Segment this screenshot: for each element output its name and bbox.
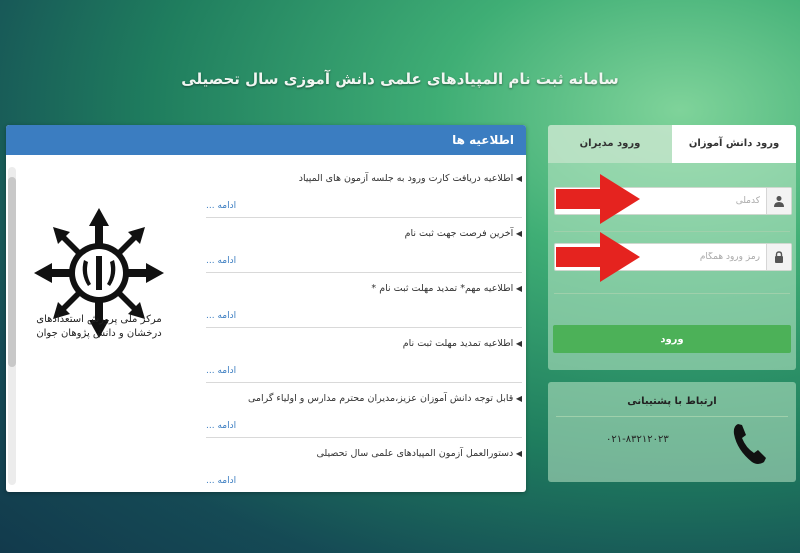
list-item: اطلاعیه مهم* تمدید مهلت ثبت نام * ادامه (206, 273, 522, 328)
list-item: آخرین فرصت جهت ثبت نام ادامه (206, 218, 522, 273)
list-item: اطلاعیه دریافت کارت ورود به جلسه آزمون ه… (206, 163, 522, 218)
announcements-list: اطلاعیه دریافت کارت ورود به جلسه آزمون ه… (206, 163, 522, 492)
announcements-header: اطلاعیه ها (6, 125, 526, 155)
read-more-link[interactable]: ادامه (206, 476, 236, 486)
logo-caption: مرکز ملی پرورش استعدادهای درخشان و دانش … (36, 314, 162, 339)
tab-manager-login[interactable]: ورود مدیران (548, 125, 672, 163)
divider (554, 293, 790, 294)
list-item: دستورالعمل آزمون المپیادهای علمی سال تحص… (206, 438, 522, 492)
support-phone-number: ۰۲۱-۸۳۲۱۲۰۲۳ (606, 434, 669, 445)
organization-logo (34, 208, 164, 338)
read-more-link[interactable]: ادامه (206, 256, 236, 266)
red-arrow-icon (556, 174, 640, 224)
list-item: اطلاعیه تمدید مهلت ثبت نام ادامه (206, 328, 522, 383)
announcement-title[interactable]: اطلاعیه مهم* تمدید مهلت ثبت نام * (206, 273, 522, 294)
announcement-title[interactable]: اطلاعیه دریافت کارت ورود به جلسه آزمون ه… (206, 163, 522, 184)
list-item: قابل توجه دانش آموزان عزیز،مدیران محترم … (206, 383, 522, 438)
lock-icon (766, 244, 791, 270)
read-more-link[interactable]: ادامه (206, 201, 236, 211)
announcements-scrollbar[interactable] (8, 167, 16, 485)
announcement-title[interactable]: قابل توجه دانش آموزان عزیز،مدیران محترم … (206, 383, 522, 404)
user-icon (766, 188, 791, 214)
announcement-title[interactable]: اطلاعیه تمدید مهلت ثبت نام (206, 328, 522, 349)
page-title: سامانه ثبت نام المپیادهای علمی دانش آموز… (181, 70, 619, 88)
divider (556, 416, 788, 417)
login-button[interactable]: ورود (553, 325, 791, 353)
announcement-title[interactable]: آخرین فرصت جهت ثبت نام (206, 218, 522, 239)
scrollbar-thumb[interactable] (8, 177, 16, 367)
read-more-link[interactable]: ادامه (206, 366, 236, 376)
support-title: ارتباط با پشتیبانی (627, 396, 717, 407)
support-panel: ارتباط با پشتیبانی ۰۲۱-۸۳۲۱۲۰۲۳ (548, 382, 796, 482)
announcements-panel: اطلاعیه ها مرکز ملی پرورش استعدادهای درخ… (6, 125, 526, 492)
announcement-title[interactable]: دستورالعمل آزمون المپیادهای علمی سال تحص… (206, 438, 522, 459)
tab-student-login[interactable]: ورود دانش آموزان (672, 125, 796, 163)
read-more-link[interactable]: ادامه (206, 421, 236, 431)
login-tabs: ورود دانش آموزان ورود مدیران (548, 125, 796, 163)
red-arrow-icon (556, 232, 640, 282)
read-more-link[interactable]: ادامه (206, 311, 236, 321)
phone-icon (733, 424, 766, 464)
